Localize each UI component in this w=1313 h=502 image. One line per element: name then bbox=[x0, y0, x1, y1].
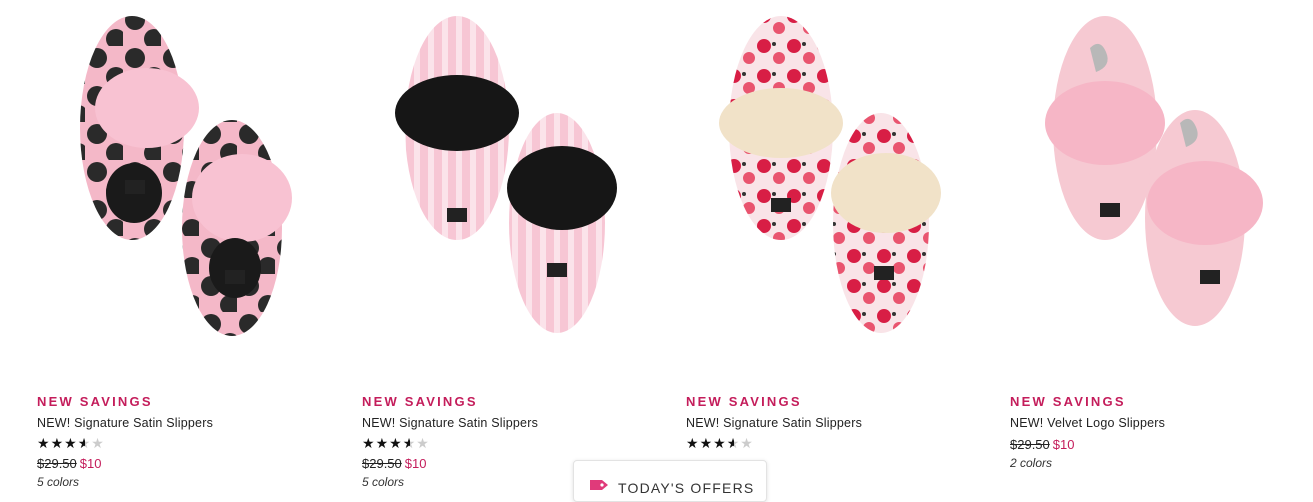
star-icon: ★ bbox=[375, 435, 390, 451]
star-rating: ★★★★★ bbox=[686, 435, 754, 452]
star-rating: ★★★★★ bbox=[37, 435, 105, 452]
star-icon: ★ bbox=[37, 435, 51, 451]
todays-offers-button[interactable]: TODAY'S OFFERS bbox=[573, 460, 767, 502]
color-count: 5 colors bbox=[362, 475, 405, 489]
badge: NEW SAVINGS bbox=[686, 394, 802, 409]
star-empty-icon: ★ bbox=[740, 435, 754, 451]
sale-price: $10 bbox=[1052, 437, 1075, 452]
product-card-2[interactable]: NEW SAVINGS NEW! Signature Satin Slipper… bbox=[362, 0, 662, 492]
original-price: $29.50 bbox=[37, 456, 77, 471]
star-icon: ★ bbox=[686, 435, 700, 451]
star-half-icon: ★ bbox=[402, 435, 417, 451]
price: $29.50 $10 bbox=[1010, 437, 1074, 452]
original-price: $29.50 bbox=[1010, 437, 1050, 452]
product-name[interactable]: NEW! Signature Satin Slippers bbox=[686, 416, 862, 430]
product-image[interactable] bbox=[47, 8, 317, 338]
star-icon: ★ bbox=[362, 435, 376, 451]
star-half-icon: ★ bbox=[77, 435, 92, 451]
star-half-icon: ★ bbox=[726, 435, 741, 451]
original-price: $29.50 bbox=[362, 456, 402, 471]
star-icon: ★ bbox=[389, 435, 403, 451]
star-icon: ★ bbox=[699, 435, 714, 451]
product-image[interactable] bbox=[696, 8, 966, 338]
sale-price: $10 bbox=[404, 456, 427, 471]
star-empty-icon: ★ bbox=[416, 435, 430, 451]
badge: NEW SAVINGS bbox=[362, 394, 478, 409]
star-icon: ★ bbox=[64, 435, 78, 451]
product-card-4[interactable]: NEW SAVINGS NEW! Velvet Logo Slippers $2… bbox=[1010, 0, 1310, 492]
price: $29.50 $10 bbox=[362, 456, 426, 471]
price: $29.50 $10 bbox=[37, 456, 101, 471]
product-name[interactable]: NEW! Signature Satin Slippers bbox=[37, 416, 213, 430]
tag-icon bbox=[588, 478, 610, 492]
product-grid: NEW SAVINGS NEW! Signature Satin Slipper… bbox=[0, 0, 1313, 492]
badge: NEW SAVINGS bbox=[1010, 394, 1126, 409]
product-image[interactable] bbox=[1020, 8, 1290, 338]
offers-label: TODAY'S OFFERS bbox=[618, 480, 755, 496]
star-rating: ★★★★★ bbox=[362, 435, 430, 452]
color-count: 2 colors bbox=[1010, 456, 1053, 470]
star-icon: ★ bbox=[713, 435, 727, 451]
star-icon: ★ bbox=[50, 435, 65, 451]
product-name[interactable]: NEW! Signature Satin Slippers bbox=[362, 416, 538, 430]
product-name[interactable]: NEW! Velvet Logo Slippers bbox=[1010, 416, 1165, 430]
sale-price: $10 bbox=[79, 456, 102, 471]
color-count: 5 colors bbox=[37, 475, 80, 489]
badge: NEW SAVINGS bbox=[37, 394, 153, 409]
product-card-3[interactable]: NEW SAVINGS NEW! Signature Satin Slipper… bbox=[686, 0, 986, 492]
star-empty-icon: ★ bbox=[91, 435, 105, 451]
product-image[interactable] bbox=[372, 8, 642, 338]
product-card-1[interactable]: NEW SAVINGS NEW! Signature Satin Slipper… bbox=[37, 0, 337, 492]
